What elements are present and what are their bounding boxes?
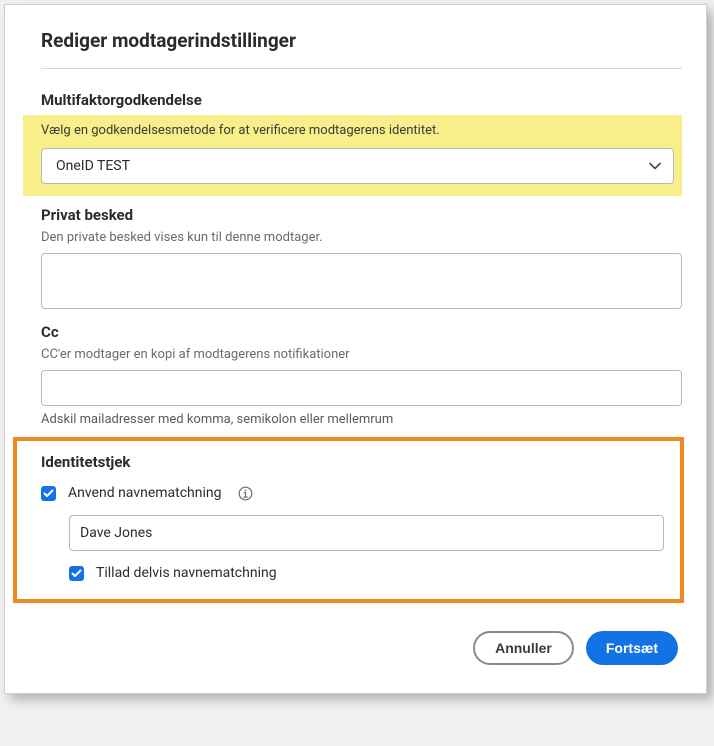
name-input[interactable] xyxy=(69,515,664,551)
mfa-heading: Multifaktorgodkendelse xyxy=(41,91,682,109)
allow-partial-label: Tillad delvis navnematchning xyxy=(96,565,277,581)
private-message-input[interactable] xyxy=(41,253,682,309)
use-name-matching-row: Anvend navnematchning xyxy=(41,485,664,501)
auth-method-selected-value: OneID TEST xyxy=(56,158,130,174)
mfa-helper-text: Vælg en godkendelsesmetode for at verifi… xyxy=(33,123,674,138)
cancel-button[interactable]: Annuller xyxy=(473,631,574,665)
continue-button[interactable]: Fortsæt xyxy=(586,631,678,665)
cc-heading: Cc xyxy=(41,323,682,341)
cc-helper: CC'er modtager en kopi af modtagerens no… xyxy=(41,347,682,362)
edit-recipient-settings-dialog: Rediger modtagerindstillinger Multifakto… xyxy=(4,4,707,694)
use-name-matching-checkbox[interactable] xyxy=(41,486,56,501)
cc-hint: Adskil mailadresser med komma, semikolon… xyxy=(41,412,682,427)
dialog-button-row: Annuller Fortsæt xyxy=(41,631,678,665)
identity-check-section: Identitetstjek Anvend navnematchning Til… xyxy=(13,437,684,603)
dialog-title: Rediger modtagerindstillinger xyxy=(41,29,682,69)
chevron-down-icon xyxy=(649,162,661,170)
auth-method-select[interactable]: OneID TEST xyxy=(41,148,674,184)
cc-section: Cc CC'er modtager en kopi af modtagerens… xyxy=(41,323,682,427)
name-input-wrap xyxy=(69,515,664,551)
cc-input[interactable] xyxy=(41,370,682,406)
private-message-section: Privat besked Den private besked vises k… xyxy=(41,206,682,313)
identity-heading: Identitetstjek xyxy=(41,453,664,471)
use-name-matching-label: Anvend navnematchning xyxy=(68,485,222,501)
info-icon[interactable] xyxy=(238,486,253,501)
private-message-helper: Den private besked vises kun til denne m… xyxy=(41,230,682,245)
allow-partial-checkbox[interactable] xyxy=(69,566,84,581)
allow-partial-row: Tillad delvis navnematchning xyxy=(69,565,664,581)
private-message-heading: Privat besked xyxy=(41,206,682,224)
mfa-highlight-region: Vælg en godkendelsesmetode for at verifi… xyxy=(23,115,682,196)
